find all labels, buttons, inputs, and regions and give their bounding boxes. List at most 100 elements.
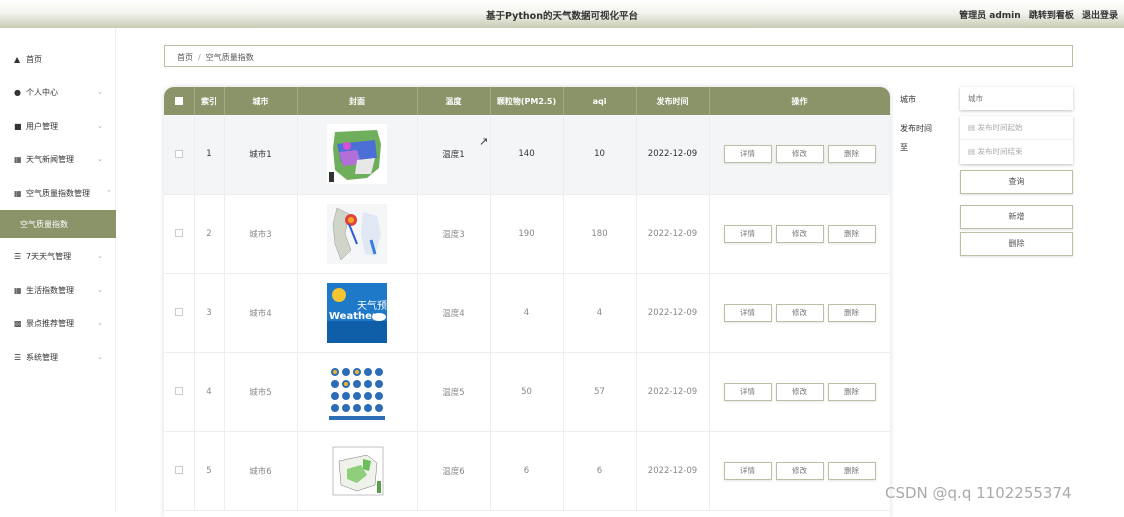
chevron-down-icon: ⌄ <box>97 286 103 294</box>
chart-icon: ▩ <box>14 318 22 328</box>
table-header-row: 索引 城市 封面 温度 颗粒物(PM2.5) aqi 发布时间 操作 <box>164 87 890 115</box>
sidebar-item-label: 景点推荐管理 <box>26 318 74 328</box>
sidebar-item-attractions[interactable]: ▩ 景点推荐管理 ⌄ <box>0 312 116 334</box>
sidebar-item-label: 空气质量指数 <box>20 219 68 229</box>
delete-button[interactable]: 删除 <box>827 145 876 164</box>
sidebar-item-system[interactable]: ☰ 系统管理 ⌄ <box>0 346 116 368</box>
row-checkbox[interactable] <box>164 273 195 353</box>
cell-pm25: 4 <box>490 273 564 353</box>
cell-aqi: 4 <box>563 273 637 353</box>
sidebar-item-life-index[interactable]: ▦ 生活指数管理 ⌄ <box>0 279 116 301</box>
cover-text-weather: Weather <box>329 311 377 322</box>
edit-button[interactable]: 修改 <box>775 145 824 164</box>
header-actions: 管理员 admin 跳转到看板 退出登录 <box>954 8 1118 21</box>
breadcrumb-separator: / <box>198 53 201 62</box>
home-icon: ▲ <box>14 54 21 64</box>
sidebar-item-aqi-management[interactable]: ▦ 空气质量指数管理 ⌃ <box>0 182 116 204</box>
row-checkbox[interactable] <box>164 431 195 511</box>
row-checkbox[interactable] <box>164 194 195 274</box>
query-button[interactable]: 查询 <box>960 170 1073 194</box>
col-header-aqi: aqi <box>563 87 637 115</box>
sidebar-item-label: 用户管理 <box>26 121 58 131</box>
breadcrumb: 首页 / 空气质量指数 <box>164 45 1073 67</box>
edit-button[interactable]: 修改 <box>775 382 824 401</box>
cell-city: 城市5 <box>224 352 298 432</box>
admin-label: 管理员 admin <box>959 11 1021 21</box>
add-button[interactable]: 新增 <box>960 205 1073 229</box>
end-date-placeholder: 发布时间结束 <box>977 147 1023 156</box>
cell-cover <box>297 115 418 195</box>
detail-button[interactable]: 详情 <box>723 145 772 164</box>
detail-button[interactable]: 详情 <box>723 224 772 243</box>
table-row: 4 城市5 温度5 50 57 2022-12-09 详情 修改 删除 <box>164 352 890 432</box>
cell-city: 城市1 <box>224 115 298 195</box>
select-all-checkbox[interactable] <box>164 87 195 115</box>
list-icon: ☰ <box>14 251 22 261</box>
delete-button[interactable]: 删除 <box>827 461 876 480</box>
chevron-down-icon: ⌄ <box>97 319 103 327</box>
sidebar-item-label: 系统管理 <box>26 352 58 362</box>
cell-cover <box>297 194 418 274</box>
grid-icon: ▦ <box>14 285 22 295</box>
start-date-input[interactable]: ▤ 发布时间起始 <box>960 116 1073 140</box>
sidebar-item-users[interactable]: ■ 用户管理 ⌄ <box>0 115 116 137</box>
chevron-down-icon: ⌄ <box>97 155 103 163</box>
delete-button[interactable]: 删除 <box>827 303 876 322</box>
cell-aqi: 180 <box>563 194 637 274</box>
sidebar-item-aqi[interactable]: 空气质量指数 <box>0 210 116 238</box>
col-header-pm25: 颗粒物(PM2.5) <box>490 87 564 115</box>
chevron-down-icon: ⌄ <box>97 88 103 96</box>
cell-cover: 天气预报 Weather <box>297 273 418 353</box>
chevron-down-icon: ⌄ <box>97 122 103 130</box>
sidebar-item-label: 空气质量指数管理 <box>26 188 90 198</box>
logout-link[interactable]: 退出登录 <box>1082 11 1118 21</box>
detail-button[interactable]: 详情 <box>723 461 772 480</box>
batch-delete-button[interactable]: 删除 <box>960 232 1073 256</box>
cell-temp: 温度4 <box>417 273 491 353</box>
cell-index: 1 <box>194 115 225 195</box>
sidebar-item-weather-news[interactable]: ▦ 天气新闻管理 ⌄ <box>0 148 116 170</box>
delete-button[interactable]: 删除 <box>827 224 876 243</box>
cell-aqi: 6 <box>563 431 637 511</box>
chevron-up-icon: ⌃ <box>106 189 112 197</box>
detail-button[interactable]: 详情 <box>723 382 772 401</box>
sidebar-item-home[interactable]: ▲ 首页 <box>0 48 116 70</box>
sidebar-item-7day-weather[interactable]: ☰ 7天天气管理 ⌄ <box>0 245 116 267</box>
weather-forecast-cover-image: 天气预报 Weather <box>327 282 387 343</box>
row-checkbox[interactable] <box>164 352 195 432</box>
cell-date: 2022-12-09 <box>636 194 710 274</box>
cell-actions: 详情 修改 删除 <box>709 115 890 195</box>
end-date-input[interactable]: ▤ 发布时间结束 <box>960 140 1073 164</box>
data-table: 索引 城市 封面 温度 颗粒物(PM2.5) aqi 发布时间 操作 1 城市1 <box>164 87 890 517</box>
detail-button[interactable]: 详情 <box>723 303 772 322</box>
col-header-temp: 温度 <box>417 87 491 115</box>
delete-button[interactable]: 删除 <box>827 382 876 401</box>
row-checkbox[interactable] <box>164 115 195 195</box>
sidebar-item-profile[interactable]: ● 个人中心 ⌄ <box>0 81 116 103</box>
cell-pm25: 50 <box>490 352 564 432</box>
cell-temp: 温度3 <box>417 194 491 274</box>
sidebar-item-label: 生活指数管理 <box>26 285 74 295</box>
breadcrumb-home[interactable]: 首页 <box>177 53 193 62</box>
chevron-down-icon: ⌄ <box>97 252 103 260</box>
cell-pm25: 190 <box>490 194 564 274</box>
cell-actions: 详情 修改 删除 <box>709 194 890 274</box>
weather-map-cover-image <box>327 124 387 185</box>
city-filter-label: 城市 <box>900 95 916 104</box>
edit-button[interactable]: 修改 <box>775 224 824 243</box>
sidebar: ▲ 首页 ● 个人中心 ⌄ ■ 用户管理 ⌄ ▦ 天气新闻管理 ⌄ ▦ 空气质量… <box>0 28 116 513</box>
grid-icon: ▦ <box>14 188 22 198</box>
users-icon: ■ <box>14 121 22 131</box>
time-filter-label: 发布时间 <box>900 124 932 133</box>
city-search-input[interactable] <box>960 87 1073 110</box>
table-row: 1 城市1 温度1 140 10 2022-12-09 详情 修改 删除 <box>164 115 890 195</box>
cell-actions: 详情 修改 删除 <box>709 273 890 353</box>
edit-button[interactable]: 修改 <box>775 303 824 322</box>
breadcrumb-current: 空气质量指数 <box>205 53 254 62</box>
to-board-link[interactable]: 跳转到看板 <box>1029 11 1074 21</box>
edit-button[interactable]: 修改 <box>775 461 824 480</box>
list-icon: ☰ <box>14 352 22 362</box>
sidebar-item-label: 个人中心 <box>26 87 58 97</box>
col-header-actions: 操作 <box>709 87 890 115</box>
user-icon: ● <box>14 87 21 97</box>
